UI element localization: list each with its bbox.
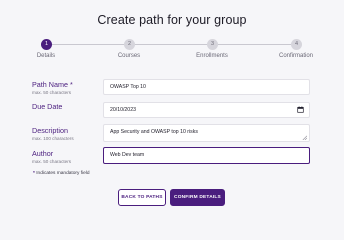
author-hint: max. 50 characters bbox=[32, 159, 72, 164]
description-textarea[interactable]: App Security and OWASP top 10 risks bbox=[103, 124, 310, 142]
path-name-value: OWASP Top 10 bbox=[110, 84, 146, 90]
confirm-details-button[interactable]: CONFIRM DETAILS bbox=[170, 189, 225, 206]
step-connector bbox=[218, 44, 291, 45]
step-connector bbox=[135, 44, 207, 45]
due-date-label: Due Date bbox=[32, 102, 63, 111]
path-name-hint: max. 50 characters bbox=[32, 90, 72, 95]
path-name-label: Path Name * bbox=[32, 80, 73, 89]
back-to-paths-button[interactable]: BACK TO PATHS bbox=[118, 189, 166, 206]
due-date-input[interactable]: 20/10/2023 bbox=[103, 102, 310, 118]
step-3-indicator[interactable]: 3 bbox=[207, 39, 218, 50]
author-value: Web Dev team bbox=[110, 152, 145, 158]
description-hint: max. 100 characters bbox=[32, 136, 74, 141]
step-4-indicator[interactable]: 4 bbox=[291, 39, 302, 50]
step-connector bbox=[52, 44, 124, 45]
path-name-input[interactable]: OWASP Top 10 bbox=[103, 79, 310, 95]
step-2-indicator[interactable]: 2 bbox=[124, 39, 135, 50]
mandatory-note-text: Indicates mandatory field bbox=[36, 171, 90, 176]
calendar-icon[interactable] bbox=[297, 106, 304, 113]
step-2-label: Courses bbox=[117, 53, 141, 59]
description-label: Description bbox=[32, 126, 68, 135]
step-1-label: Details bbox=[36, 53, 56, 59]
mandatory-star: * bbox=[33, 171, 35, 176]
author-label: Author bbox=[32, 149, 54, 158]
step-3-label: Enrollments bbox=[196, 53, 228, 59]
mandatory-note: * Indicates mandatory field bbox=[33, 171, 90, 176]
step-1-indicator[interactable]: 1 bbox=[41, 39, 52, 50]
step-4-label: Confirmation bbox=[278, 53, 314, 59]
due-date-value: 20/10/2023 bbox=[110, 107, 136, 113]
progress-stepper: 1 2 3 4 Details Courses Enrollments Conf… bbox=[0, 38, 344, 64]
description-value: App Security and OWASP top 10 risks bbox=[110, 129, 198, 135]
page-title: Create path for your group bbox=[97, 13, 247, 27]
author-input[interactable]: Web Dev team bbox=[103, 147, 310, 164]
resize-grip-icon[interactable] bbox=[302, 135, 307, 140]
